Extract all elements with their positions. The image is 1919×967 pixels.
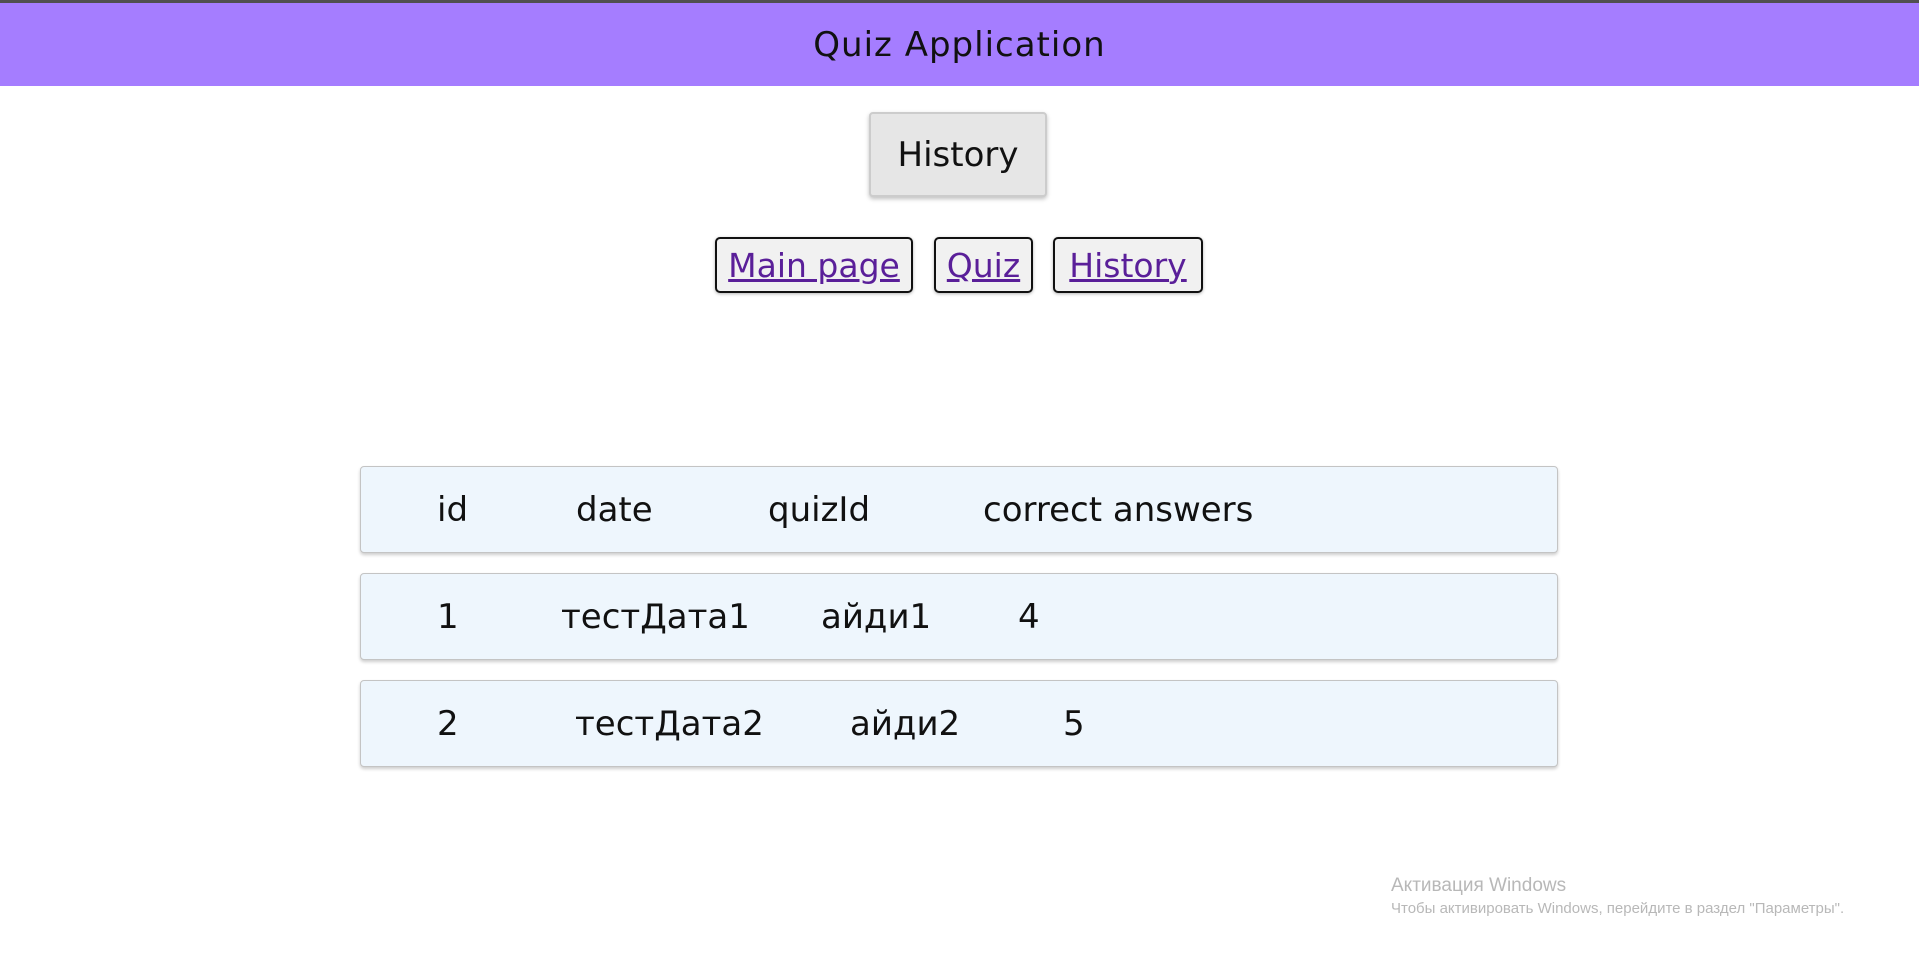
- page-title: History: [869, 112, 1047, 197]
- windows-activation-watermark: Активация Windows Чтобы активировать Win…: [1391, 874, 1844, 920]
- column-header-correct-answers: correct answers: [983, 489, 1254, 530]
- cell-quiz-id: айди2: [850, 703, 961, 744]
- cell-correct-answers: 5: [1063, 703, 1085, 744]
- cell-date: тестДата1: [561, 596, 750, 637]
- watermark-text: Чтобы активировать Windows, перейдите в …: [1391, 900, 1845, 917]
- column-header-id: id: [437, 489, 469, 530]
- cell-id: 1: [437, 596, 459, 637]
- nav-link-quiz[interactable]: Quiz: [934, 237, 1033, 293]
- watermark-title: Активация Windows: [1391, 875, 1567, 896]
- nav-link-main-page[interactable]: Main page: [715, 237, 913, 293]
- app-header: Quiz Application: [0, 3, 1919, 86]
- table-header-row: id date quizId correct answers: [360, 466, 1558, 553]
- table-row: 1 тестДата1 айди1 4: [360, 573, 1558, 660]
- cell-correct-answers: 4: [1018, 596, 1040, 637]
- cell-quiz-id: айди1: [821, 596, 932, 637]
- cell-date: тестДата2: [575, 703, 764, 744]
- table-row: 2 тестДата2 айди2 5: [360, 680, 1558, 767]
- column-header-quiz-id: quizId: [768, 489, 871, 530]
- cell-id: 2: [437, 703, 459, 744]
- column-header-date: date: [576, 489, 653, 530]
- nav-link-history[interactable]: History: [1053, 237, 1203, 293]
- app-title: Quiz Application: [813, 24, 1106, 65]
